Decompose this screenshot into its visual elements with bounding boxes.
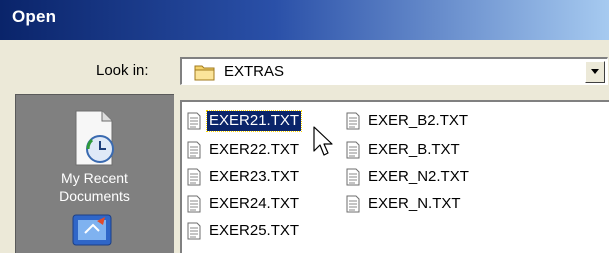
- place-label-line1: My Recent: [61, 170, 128, 186]
- title-bar[interactable]: Open: [0, 0, 609, 40]
- file-name: EXER21.TXT: [205, 110, 303, 132]
- mouse-pointer-icon: [313, 126, 333, 156]
- window-title: Open: [12, 7, 57, 26]
- look-in-dropdown[interactable]: EXTRAS: [180, 57, 608, 85]
- file-name: EXER_B.TXT: [368, 141, 460, 158]
- folder-icon: [194, 65, 215, 81]
- file-name: EXER25.TXT: [209, 222, 300, 239]
- file-item[interactable]: EXER22.TXT: [187, 139, 301, 161]
- look-in-label: Look in:: [96, 62, 149, 79]
- file-item[interactable]: EXER23.TXT: [187, 166, 301, 188]
- place-recent-documents[interactable]: My Recent Documents: [16, 169, 173, 205]
- places-bar: My Recent Documents: [15, 94, 174, 253]
- text-file-icon: [346, 141, 360, 159]
- look-in-value: EXTRAS: [224, 63, 285, 80]
- file-item[interactable]: EXER_B.TXT: [346, 139, 462, 161]
- text-file-icon: [187, 195, 201, 213]
- file-name: EXER_B2.TXT: [368, 112, 469, 129]
- text-file-icon: [187, 222, 201, 240]
- text-file-icon: [187, 168, 201, 186]
- text-file-icon: [187, 112, 201, 130]
- file-name: EXER23.TXT: [209, 168, 300, 185]
- file-item[interactable]: EXER_B2.TXT: [346, 110, 470, 132]
- file-name: EXER24.TXT: [209, 195, 300, 212]
- file-item[interactable]: EXER_N2.TXT: [346, 166, 471, 188]
- file-name: EXER_N2.TXT: [368, 168, 469, 185]
- file-name: EXER22.TXT: [209, 141, 300, 158]
- chevron-down-icon: [591, 69, 599, 74]
- file-item[interactable]: EXER21.TXT: [187, 110, 303, 132]
- desktop-icon[interactable]: [67, 213, 117, 253]
- text-file-icon: [346, 112, 360, 130]
- file-item[interactable]: EXER_N.TXT: [346, 193, 463, 215]
- place-label-line2: Documents: [59, 188, 130, 204]
- recent-documents-icon[interactable]: [66, 109, 122, 167]
- dropdown-arrow-button[interactable]: [585, 61, 605, 83]
- file-item[interactable]: EXER25.TXT: [187, 220, 301, 242]
- text-file-icon: [346, 168, 360, 186]
- text-file-icon: [187, 141, 201, 159]
- file-item[interactable]: EXER24.TXT: [187, 193, 301, 215]
- file-list[interactable]: EXER21.TXT EXER22.TXT EXER23.TXT EXER24.…: [180, 100, 609, 253]
- file-name: EXER_N.TXT: [368, 195, 461, 212]
- text-file-icon: [346, 195, 360, 213]
